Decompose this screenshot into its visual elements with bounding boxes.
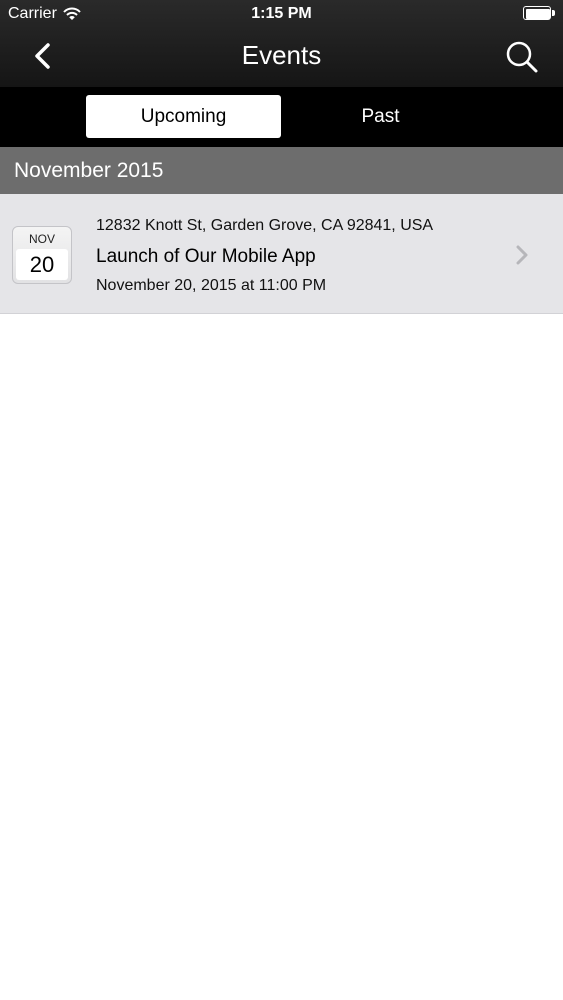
- battery-body: [523, 6, 551, 20]
- event-title: Launch of Our Mobile App: [96, 246, 316, 267]
- battery-fill: [526, 9, 550, 19]
- search-button[interactable]: [503, 38, 541, 76]
- event-row[interactable]: NOV 20 12832 Knott St, Garden Grove, CA …: [0, 194, 563, 314]
- section-header: November 2015: [0, 147, 563, 194]
- events-screen: Carrier 1:15 PM Events Upcoming Past Nov…: [0, 0, 563, 1000]
- event-address: 12832 Knott St, Garden Grove, CA 92841, …: [96, 217, 434, 234]
- segment-control: Upcoming Past: [0, 87, 563, 147]
- date-day-box: 20: [16, 249, 68, 280]
- page-title: Events: [241, 40, 322, 70]
- event-datetime: November 20, 2015 at 11:00 PM: [96, 277, 327, 294]
- battery-icon: [523, 6, 555, 20]
- tab-past[interactable]: Past: [283, 95, 478, 138]
- top-chrome: Carrier 1:15 PM Events: [0, 0, 563, 87]
- status-bar: Carrier 1:15 PM: [0, 0, 563, 28]
- tab-upcoming[interactable]: Upcoming: [86, 95, 281, 138]
- date-month: NOV: [28, 232, 55, 246]
- date-day: 20: [29, 252, 55, 277]
- search-icon: [503, 38, 541, 76]
- nav-bar: Events: [0, 28, 563, 87]
- status-time: 1:15 PM: [251, 5, 312, 22]
- battery-tip: [552, 10, 555, 16]
- date-badge: NOV 20: [12, 226, 72, 284]
- chevron-right-icon: [515, 244, 529, 266]
